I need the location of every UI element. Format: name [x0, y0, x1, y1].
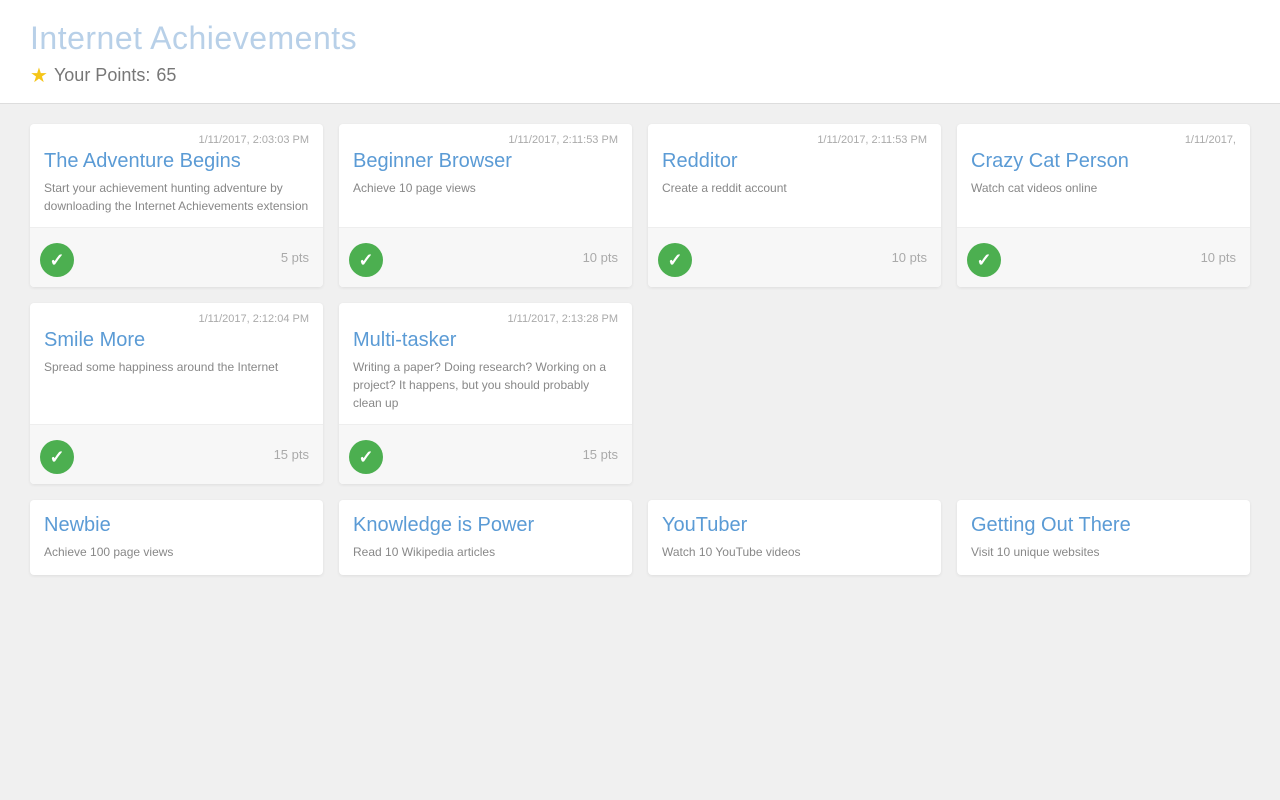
- empty-placeholder-1: [648, 303, 941, 484]
- card-date: 1/11/2017, 2:11:53 PM: [662, 134, 927, 146]
- card-desc: Start your achievement hunting adventure…: [44, 179, 309, 215]
- card-title: Smile More: [44, 329, 309, 352]
- card-redditor: 1/11/2017, 2:11:53 PM Redditor Create a …: [648, 124, 941, 287]
- card-desc: Visit 10 unique websites: [971, 543, 1236, 561]
- check-icon: ✓: [349, 243, 383, 277]
- card-title: Beginner Browser: [353, 150, 618, 173]
- incomplete-grid: Newbie Achieve 100 page views Knowledge …: [30, 500, 1250, 575]
- page-header: Internet Achievements ★ Your Points: 65: [0, 0, 1280, 104]
- card-body: 1/11/2017, 2:12:04 PM Smile More Spread …: [30, 303, 323, 424]
- card-title: Getting Out There: [971, 514, 1236, 537]
- card-title: Redditor: [662, 150, 927, 173]
- achievement-grid-row1: 1/11/2017, 2:03:03 PM The Adventure Begi…: [30, 124, 1250, 287]
- check-icon: ✓: [658, 243, 692, 277]
- card-footer: ✓ 10 pts: [648, 227, 941, 287]
- card-footer: ✓ 10 pts: [957, 227, 1250, 287]
- check-icon: ✓: [40, 440, 74, 474]
- card-date: 1/11/2017, 2:03:03 PM: [44, 134, 309, 146]
- card-title: Knowledge is Power: [353, 514, 618, 537]
- title-part1: Internet: [30, 20, 143, 56]
- card-body: 1/11/2017, 2:03:03 PM The Adventure Begi…: [30, 124, 323, 227]
- card-getting-out-there: Getting Out There Visit 10 unique websit…: [957, 500, 1250, 575]
- card-desc: Create a reddit account: [662, 179, 927, 197]
- points-value: 65: [156, 65, 176, 86]
- card-desc: Achieve 100 page views: [44, 543, 309, 561]
- card-footer: ✓ 10 pts: [339, 227, 632, 287]
- check-icon: ✓: [349, 440, 383, 474]
- card-title: The Adventure Begins: [44, 150, 309, 173]
- card-desc: Achieve 10 page views: [353, 179, 618, 197]
- points-row: ★ Your Points: 65: [30, 63, 1250, 88]
- card-newbie: Newbie Achieve 100 page views: [30, 500, 323, 575]
- empty-placeholder-2: [957, 303, 1250, 484]
- card-crazy-cat: 1/11/2017, Crazy Cat Person Watch cat vi…: [957, 124, 1250, 287]
- card-date: 1/11/2017,: [971, 134, 1236, 146]
- page-title: Internet Achievements: [30, 20, 1250, 57]
- card-body: 1/11/2017, 2:11:53 PM Redditor Create a …: [648, 124, 941, 227]
- card-knowledge: Knowledge is Power Read 10 Wikipedia art…: [339, 500, 632, 575]
- card-points: 10 pts: [892, 250, 927, 265]
- card-body: 1/11/2017, 2:11:53 PM Beginner Browser A…: [339, 124, 632, 227]
- card-points: 10 pts: [583, 250, 618, 265]
- card-title: YouTuber: [662, 514, 927, 537]
- card-footer: ✓ 15 pts: [339, 424, 632, 484]
- card-adventure-begins: 1/11/2017, 2:03:03 PM The Adventure Begi…: [30, 124, 323, 287]
- card-body: 1/11/2017, 2:13:28 PM Multi-tasker Writi…: [339, 303, 632, 424]
- card-points: 15 pts: [274, 447, 309, 462]
- card-date: 1/11/2017, 2:12:04 PM: [44, 313, 309, 325]
- card-body: 1/11/2017, Crazy Cat Person Watch cat vi…: [957, 124, 1250, 227]
- card-title: Multi-tasker: [353, 329, 618, 352]
- card-multitasker: 1/11/2017, 2:13:28 PM Multi-tasker Writi…: [339, 303, 632, 484]
- card-desc: Watch cat videos online: [971, 179, 1236, 197]
- main-content: 1/11/2017, 2:03:03 PM The Adventure Begi…: [0, 104, 1280, 595]
- card-desc: Read 10 Wikipedia articles: [353, 543, 618, 561]
- card-footer: ✓ 5 pts: [30, 227, 323, 287]
- achievement-grid-row2: 1/11/2017, 2:12:04 PM Smile More Spread …: [30, 303, 1250, 484]
- card-desc: Writing a paper? Doing research? Working…: [353, 358, 618, 412]
- check-icon: ✓: [967, 243, 1001, 277]
- check-icon: ✓: [40, 243, 74, 277]
- card-points: 5 pts: [281, 250, 309, 265]
- card-points: 10 pts: [1201, 250, 1236, 265]
- card-date: 1/11/2017, 2:13:28 PM: [353, 313, 618, 325]
- title-part2: Achievements: [143, 20, 358, 56]
- card-smile-more: 1/11/2017, 2:12:04 PM Smile More Spread …: [30, 303, 323, 484]
- card-youtuber: YouTuber Watch 10 YouTube videos: [648, 500, 941, 575]
- card-desc: Spread some happiness around the Interne…: [44, 358, 309, 376]
- card-title: Crazy Cat Person: [971, 150, 1236, 173]
- card-date: 1/11/2017, 2:11:53 PM: [353, 134, 618, 146]
- points-label: Your Points:: [54, 65, 150, 86]
- card-beginner-browser: 1/11/2017, 2:11:53 PM Beginner Browser A…: [339, 124, 632, 287]
- card-title: Newbie: [44, 514, 309, 537]
- card-desc: Watch 10 YouTube videos: [662, 543, 927, 561]
- card-points: 15 pts: [583, 447, 618, 462]
- card-footer: ✓ 15 pts: [30, 424, 323, 484]
- star-icon: ★: [30, 63, 48, 88]
